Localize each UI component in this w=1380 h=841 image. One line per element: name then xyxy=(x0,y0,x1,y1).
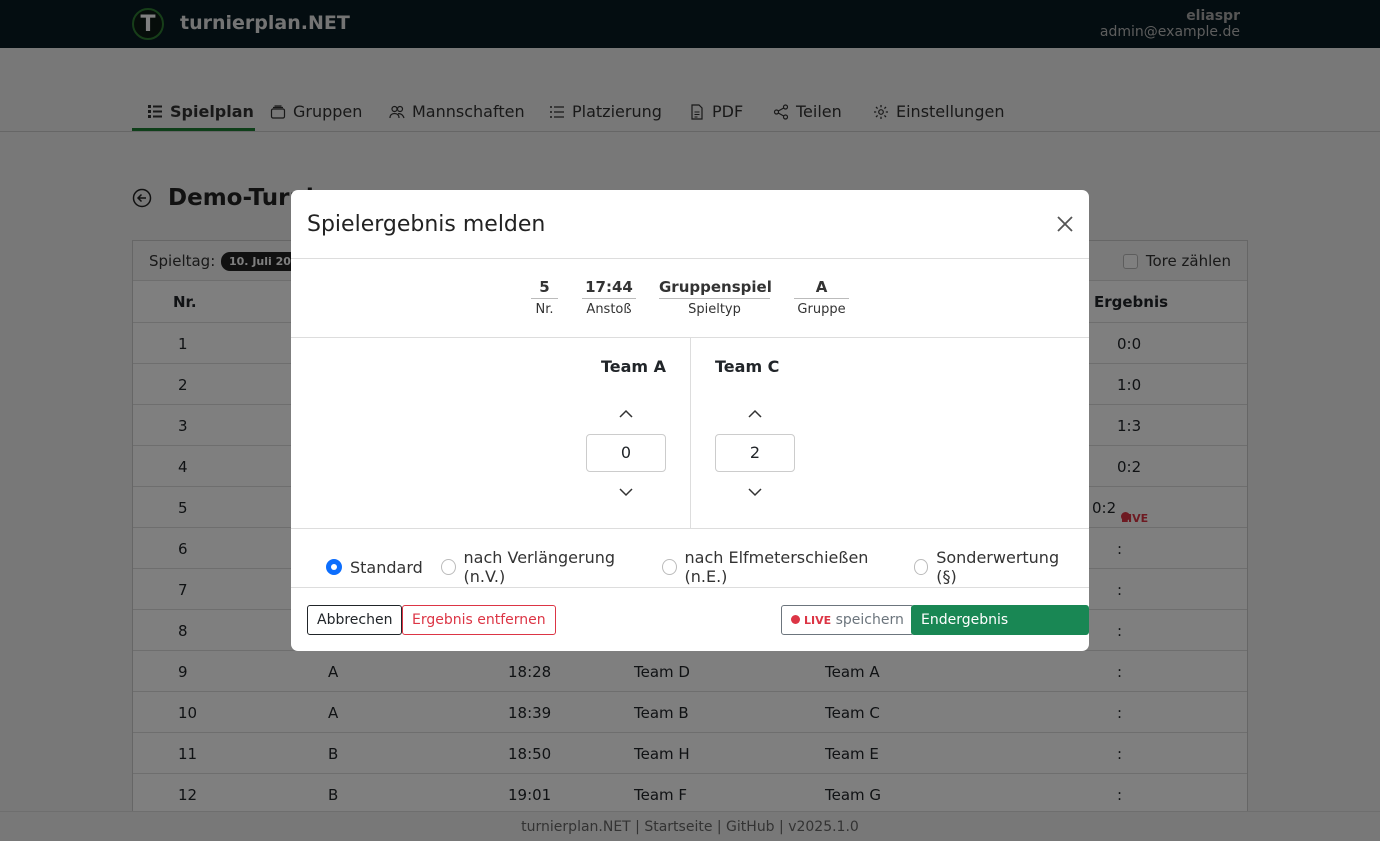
radio-button[interactable] xyxy=(913,559,929,575)
radio-label: Standard xyxy=(350,557,423,577)
radio-label: nach Elfmeterschießen (n.E.) xyxy=(684,548,869,586)
meta-value: A xyxy=(794,278,849,299)
meta-label: Gruppe xyxy=(797,302,846,317)
report-result-modal: Spielergebnis melden 5 Nr. 17:44 Anstoß Gr… xyxy=(291,190,1089,651)
cancel-button[interactable]: Abbrechen xyxy=(307,605,403,635)
chevron-up-icon[interactable] xyxy=(618,406,634,422)
meta-gruppe: A Gruppe xyxy=(794,278,849,317)
meta-label: Spieltyp xyxy=(688,302,741,317)
meta-label: Anstoß xyxy=(586,302,632,317)
radio-button[interactable] xyxy=(440,559,456,575)
radio-sonderwertung[interactable]: Sonderwertung (§) xyxy=(913,548,1072,586)
meta-label: Nr. xyxy=(535,302,554,317)
modal-title: Spielergebnis melden xyxy=(307,212,546,237)
radio-button[interactable] xyxy=(326,559,342,575)
team-left-name: Team A xyxy=(600,357,666,376)
meta-value: 5 xyxy=(531,278,558,299)
chevron-down-icon[interactable] xyxy=(747,484,763,500)
meta-spieltyp: Gruppenspiel Spieltyp xyxy=(659,278,772,317)
divider xyxy=(291,528,1089,529)
radio-verlaengerung[interactable]: nach Verlängerung (n.V.) xyxy=(440,548,644,586)
save-live-label: speichern xyxy=(835,612,904,628)
meta-value: Gruppenspiel xyxy=(659,278,772,299)
radio-label: nach Verlängerung (n.V.) xyxy=(463,548,616,586)
radio-button[interactable] xyxy=(661,559,677,575)
chevron-down-icon[interactable] xyxy=(618,484,634,500)
score-right-input[interactable]: 2 xyxy=(715,434,795,472)
close-icon[interactable] xyxy=(1055,214,1075,234)
team-divider xyxy=(690,338,691,528)
live-dot-icon xyxy=(791,615,800,624)
divider xyxy=(291,258,1089,259)
meta-value: 17:44 xyxy=(582,278,636,299)
save-live-button[interactable]: LIVE speichern xyxy=(781,605,914,635)
radio-standard[interactable]: Standard xyxy=(326,558,423,577)
result-type-radio-group: Standard nach Verlängerung (n.V.) nach E… xyxy=(326,548,1089,586)
score-left-input[interactable]: 0 xyxy=(586,434,666,472)
meta-nr: 5 Nr. xyxy=(531,278,558,317)
chevron-up-icon[interactable] xyxy=(747,406,763,422)
live-tag: LIVE xyxy=(804,614,832,627)
team-right-name: Team C xyxy=(715,357,780,376)
save-final-button[interactable]: Endergebnis speichern xyxy=(911,605,1089,651)
divider xyxy=(291,587,1089,588)
remove-result-button[interactable]: Ergebnis entfernen xyxy=(402,605,556,635)
radio-label: Sonderwertung (§) xyxy=(936,548,1060,586)
radio-elfmeter[interactable]: nach Elfmeterschießen (n.E.) xyxy=(661,548,896,586)
meta-anstoss: 17:44 Anstoß xyxy=(582,278,636,317)
